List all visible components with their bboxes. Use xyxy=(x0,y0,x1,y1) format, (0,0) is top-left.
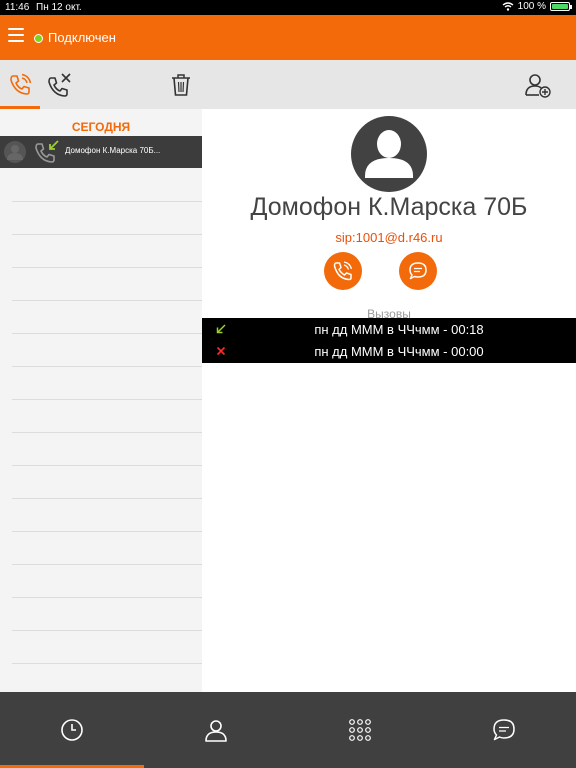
user-avatar-icon xyxy=(7,145,23,160)
list-divider xyxy=(12,663,202,664)
call-log-text: пн дд МММ в ЧЧчмм - 00:18 xyxy=(314,322,484,337)
tab-dialpad[interactable] xyxy=(288,692,432,768)
list-divider xyxy=(12,564,202,565)
clock-icon xyxy=(61,719,83,741)
list-divider xyxy=(12,597,202,598)
add-contact-button[interactable] xyxy=(518,60,558,109)
missed-call-icon xyxy=(48,72,71,97)
connection-status-dot xyxy=(34,34,43,43)
status-bar: 11:46 Пн 12 окт. 100 % xyxy=(0,0,576,15)
user-silhouette-icon xyxy=(365,130,413,178)
phone-call-icon xyxy=(10,73,32,95)
add-user-icon xyxy=(525,73,551,98)
call-history-list: СЕГОДНЯ Домофон К.Марска 70Б... xyxy=(0,109,202,692)
list-divider xyxy=(12,399,202,400)
tab-history[interactable] xyxy=(0,692,144,768)
chat-bubble-icon xyxy=(409,262,427,280)
call-log-row[interactable]: пн дд МММ в ЧЧчмм - 00:18 xyxy=(202,318,576,340)
list-divider xyxy=(12,267,202,268)
wifi-icon xyxy=(502,2,514,11)
contact-detail: Домофон К.Марска 70Б sip:1001@d.r46.ru В… xyxy=(202,109,576,692)
bottom-tab-bar xyxy=(0,692,576,768)
tab-chat[interactable] xyxy=(432,692,576,768)
contact-calls-list: пн дд МММ в ЧЧчмм - 00:18 пн дд МММ в ЧЧ… xyxy=(202,318,576,363)
connection-status-text: Подключен xyxy=(48,30,116,45)
call-history-item[interactable]: Домофон К.Марска 70Б... xyxy=(0,136,202,168)
chat-bubble-icon xyxy=(493,719,515,741)
all-calls-filter-button[interactable] xyxy=(0,60,40,109)
call-contact-button[interactable] xyxy=(324,252,362,290)
list-divider xyxy=(12,201,202,202)
incoming-call-icon xyxy=(33,139,61,170)
list-divider xyxy=(12,333,202,334)
trash-icon xyxy=(172,73,190,96)
battery-icon xyxy=(550,2,572,11)
contact-sip-address[interactable]: sip:1001@d.r46.ru xyxy=(202,230,576,245)
section-header-today: СЕГОДНЯ xyxy=(71,120,131,134)
call-history-item-name: Домофон К.Марска 70Б... xyxy=(65,146,161,155)
history-toolbar xyxy=(0,60,576,109)
status-right: 100 % xyxy=(502,1,572,12)
list-divider xyxy=(12,234,202,235)
list-divider xyxy=(12,432,202,433)
call-log-row[interactable]: пн дд МММ в ЧЧчмм - 00:00 xyxy=(202,340,576,362)
hamburger-menu-icon[interactable] xyxy=(8,28,24,46)
app-header: Подключен xyxy=(0,15,576,60)
message-contact-button[interactable] xyxy=(399,252,437,290)
avatar xyxy=(4,141,26,163)
tab-contacts[interactable] xyxy=(144,692,288,768)
status-time: 11:46 xyxy=(5,2,30,13)
call-log-text: пн дд МММ в ЧЧчмм - 00:00 xyxy=(314,344,484,359)
missed-calls-filter-button[interactable] xyxy=(40,60,80,109)
battery-percent: 100 % xyxy=(517,1,546,12)
delete-history-button[interactable] xyxy=(161,60,201,109)
list-divider xyxy=(12,630,202,631)
list-divider xyxy=(12,531,202,532)
person-icon xyxy=(205,720,227,742)
dialpad-icon xyxy=(349,719,371,741)
list-divider xyxy=(12,300,202,301)
list-divider xyxy=(12,366,202,367)
contact-avatar xyxy=(351,116,427,192)
phone-call-icon xyxy=(333,261,353,281)
contact-name: Домофон К.Марска 70Б xyxy=(250,193,528,221)
list-divider xyxy=(12,465,202,466)
list-divider xyxy=(12,498,202,499)
status-date: Пн 12 окт. xyxy=(36,2,82,13)
